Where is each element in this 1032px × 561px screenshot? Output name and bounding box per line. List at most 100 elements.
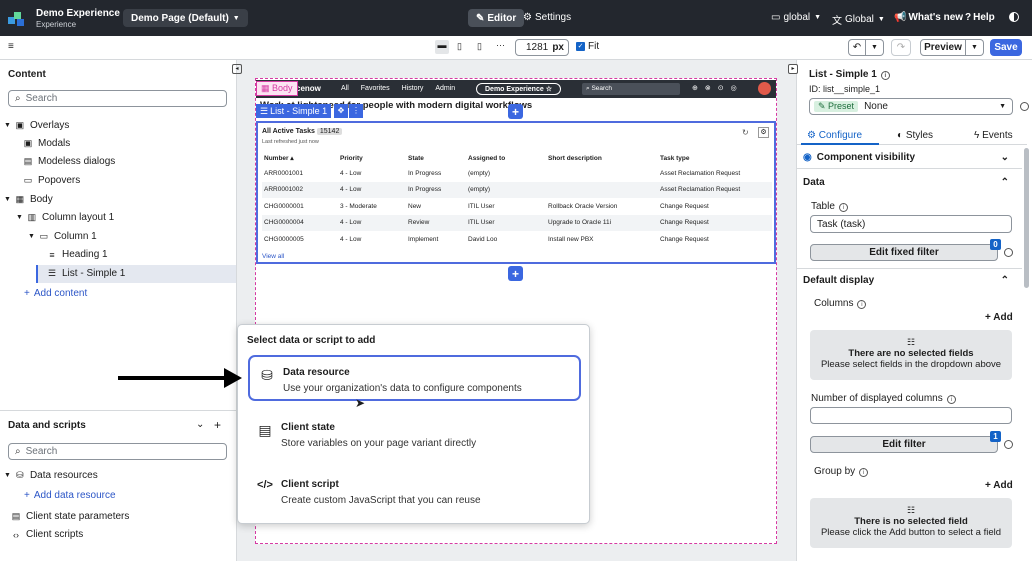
- move-icon[interactable]: ✥: [334, 104, 348, 118]
- tree-item-list-simple-1[interactable]: ☰ List - Simple 1: [46, 268, 125, 279]
- tree-item-modals[interactable]: ▣ Modals: [22, 138, 71, 149]
- edit-fixed-filter-button[interactable]: Edit fixed filter: [810, 244, 998, 261]
- table-row[interactable]: CHG0000004 4 - Low Review ITIL User Upgrade …: [262, 214, 772, 231]
- table-cell[interactable]: CHG0000001: [262, 198, 338, 215]
- column-header[interactable]: Short description: [546, 151, 658, 165]
- column-header[interactable]: Task type: [658, 151, 772, 165]
- add-data-plus-icon[interactable]: +: [214, 418, 221, 432]
- client-script-option[interactable]: </> Client script Create custom JavaScri…: [248, 469, 581, 515]
- tree-item-column-1[interactable]: ▼ ▭ Column 1: [28, 231, 97, 242]
- column-header[interactable]: State: [406, 151, 466, 165]
- body-tag[interactable]: ▦ Body: [256, 81, 298, 96]
- list-component[interactable]: All Active Tasks 15142 Last refreshed ju…: [256, 121, 776, 264]
- table-row[interactable]: CHG0000005 4 - Low Implement David Loo Insta…: [262, 231, 772, 248]
- tree-item-client-state[interactable]: ▤ Client state parameters: [10, 511, 130, 522]
- theme-toggle-icon[interactable]: [1009, 12, 1019, 22]
- menu-icon[interactable]: ≡: [8, 41, 14, 52]
- displayed-columns-input[interactable]: [810, 407, 1012, 424]
- collapse-panel-icon[interactable]: ◂: [232, 64, 242, 74]
- expand-panel-icon[interactable]: ▸: [788, 64, 798, 74]
- scrollbar[interactable]: [1024, 148, 1029, 288]
- undo-button[interactable]: ↶: [848, 39, 866, 56]
- nav-history[interactable]: History: [402, 85, 424, 92]
- preset-select[interactable]: ✎ Preset None ▼: [809, 98, 1013, 115]
- info-icon[interactable]: i: [859, 468, 869, 477]
- more-icon[interactable]: ···: [496, 40, 505, 50]
- avatar[interactable]: [758, 82, 771, 95]
- desktop-view-icon[interactable]: ▬: [435, 40, 449, 54]
- tree-item-overlays[interactable]: ▼ ▣ Overlays: [4, 120, 69, 131]
- data-resource-option[interactable]: ⛁ Data resource Use your organization's …: [248, 355, 581, 401]
- table-row[interactable]: CHG0000001 3 - Moderate New ITIL User Rollba…: [262, 198, 772, 215]
- preview-menu-button[interactable]: ▼: [966, 39, 984, 56]
- content-search-input[interactable]: ⌕ Search: [8, 90, 227, 107]
- table-cell[interactable]: CHG0000004: [262, 214, 338, 231]
- editor-tab[interactable]: ✎ Editor: [468, 9, 525, 27]
- tree-item-body[interactable]: ▼ ▦ Body: [4, 194, 53, 205]
- tree-item-column-layout[interactable]: ▼ ▥ Column layout 1: [16, 212, 114, 223]
- add-above-plus-button[interactable]: +: [508, 104, 523, 119]
- client-state-option[interactable]: ▤ Client state Store variables on your p…: [248, 412, 581, 458]
- table-cell[interactable]: CHG0000005: [262, 231, 338, 248]
- table-cell[interactable]: ARR0001002: [262, 181, 338, 198]
- table-cell[interactable]: David Loo: [466, 231, 546, 248]
- data-section-header[interactable]: Data ⌃: [797, 175, 1021, 189]
- info-icon[interactable]: i: [838, 203, 848, 212]
- tablet-view-icon[interactable]: ▯: [457, 41, 462, 52]
- info-icon[interactable]: [1020, 102, 1029, 111]
- table-input[interactable]: Task (task): [810, 215, 1012, 233]
- help-button[interactable]: ? Help: [965, 12, 995, 23]
- tab-events[interactable]: ϟ Events: [974, 130, 1013, 141]
- table-row[interactable]: ARR0001002 4 - Low In Progress (empty) Asset…: [262, 181, 772, 198]
- preview-search[interactable]: ⌕ Search: [582, 83, 680, 95]
- default-display-header[interactable]: Default display ⌃: [797, 273, 1021, 287]
- list-settings-icon[interactable]: ⚙: [758, 127, 769, 138]
- info-icon[interactable]: i: [946, 395, 956, 404]
- tree-item-popovers[interactable]: ▭ Popovers: [22, 175, 81, 186]
- nav-favorites[interactable]: Favorites: [361, 85, 390, 92]
- add-data-resource-link[interactable]: + Add data resource: [24, 490, 116, 501]
- component-visibility-header[interactable]: ◉ Component visibility ⌄: [797, 150, 1021, 164]
- list-tag[interactable]: ☰ List - Simple 1: [256, 104, 332, 118]
- tab-configure[interactable]: ⚙ Configure: [807, 130, 862, 141]
- add-below-plus-button[interactable]: +: [508, 266, 523, 281]
- undo-menu-button[interactable]: ▼: [866, 39, 884, 56]
- experience-pill[interactable]: Demo Experience ☆: [476, 83, 561, 95]
- whats-new-button[interactable]: 📢 What's new: [894, 12, 963, 23]
- save-button[interactable]: Save: [990, 39, 1022, 56]
- info-icon[interactable]: i: [880, 71, 890, 80]
- fit-checkbox[interactable]: ✓ Fit: [576, 41, 599, 52]
- column-header[interactable]: Number ▴: [262, 151, 338, 165]
- data-search-input[interactable]: ⌕ Search: [8, 443, 227, 460]
- edit-filter-button[interactable]: Edit filter: [810, 436, 998, 453]
- tree-item-modeless-dialogs[interactable]: ▤ Modeless dialogs: [22, 156, 116, 167]
- tree-item-data-resources[interactable]: ▼ ⛁ Data resources: [4, 470, 98, 481]
- chevron-down-icon[interactable]: ⌄: [196, 419, 204, 430]
- table-cell[interactable]: ARR0001001: [262, 165, 338, 182]
- column-header[interactable]: Priority: [338, 151, 406, 165]
- width-input[interactable]: 1281 px: [515, 39, 569, 56]
- redo-button[interactable]: ↷: [891, 39, 911, 56]
- add-column-button[interactable]: + Add: [985, 312, 1013, 323]
- refresh-icon[interactable]: ↻: [742, 128, 749, 137]
- add-content-link[interactable]: + Add content: [24, 288, 87, 299]
- info-icon[interactable]: [1004, 248, 1013, 257]
- view-all-link[interactable]: View all: [262, 253, 284, 260]
- settings-tab[interactable]: ⚙ Settings: [523, 12, 571, 23]
- scope-global-select[interactable]: ▭ global ▼: [771, 12, 821, 23]
- preview-button[interactable]: Preview: [920, 39, 966, 56]
- info-icon[interactable]: i: [857, 300, 867, 309]
- nav-all[interactable]: All: [341, 85, 349, 92]
- column-header[interactable]: Assigned to: [466, 151, 546, 165]
- add-group-by-button[interactable]: + Add: [985, 480, 1013, 491]
- table-cell[interactable]: ITIL User: [466, 198, 546, 215]
- more-vertical-icon[interactable]: ⋮: [349, 104, 363, 118]
- table-cell[interactable]: ITIL User: [466, 214, 546, 231]
- global-select[interactable]: 文 Global ▼: [832, 12, 885, 27]
- nav-admin[interactable]: Admin: [435, 85, 455, 92]
- page-select[interactable]: Demo Page (Default) ▼: [123, 9, 248, 27]
- mobile-view-icon[interactable]: ▯: [477, 41, 482, 52]
- tree-item-heading-1[interactable]: ≡ Heading 1: [46, 249, 107, 260]
- tree-item-client-scripts[interactable]: ‹› Client scripts: [10, 529, 83, 540]
- tab-styles[interactable]: ◐ Styles: [897, 130, 933, 141]
